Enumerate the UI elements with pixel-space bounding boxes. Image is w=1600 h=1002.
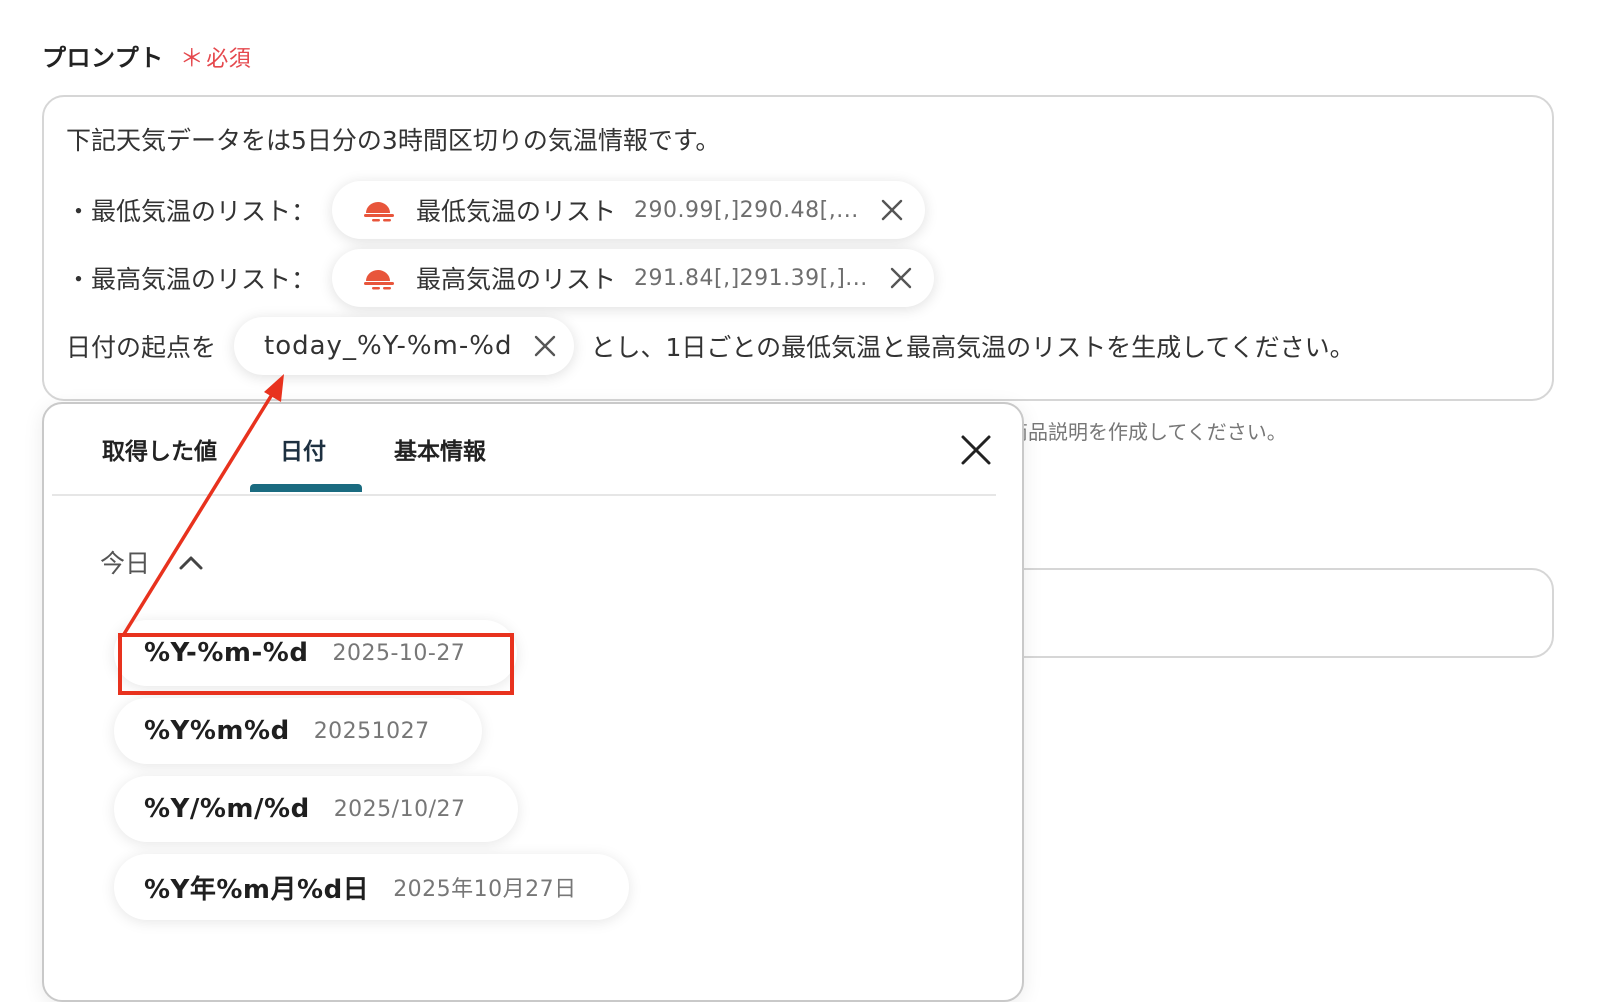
- tab-acquired-values[interactable]: 取得した値: [102, 432, 217, 466]
- date-format-option[interactable]: %Y/%m/%d 2025/10/27: [114, 776, 518, 842]
- field-label-text: プロンプト: [42, 44, 164, 72]
- chip-value: 290.99[,]290.48[,...: [634, 197, 859, 223]
- prompt-line-3: ・最高気温のリスト： 最高気温のリスト 291.84[,]291.39[,]..…: [66, 249, 934, 307]
- prompt-line-1: 下記天気データをは5日分の3時間区切りの気温情報です。: [66, 121, 720, 157]
- prompt-text: 下記天気データをは5日分の3時間区切りの気温情報です。: [66, 126, 721, 155]
- active-tab-indicator: [250, 484, 362, 492]
- chip-value: 291.84[,]291.39[,]...: [634, 265, 868, 291]
- format-example: 2025年10月27日: [393, 877, 577, 902]
- text-input[interactable]: [980, 568, 1554, 658]
- format-code: %Y%m%d: [144, 716, 290, 746]
- close-icon[interactable]: [532, 333, 558, 359]
- variable-chip-min-temp[interactable]: 最低気温のリスト 290.99[,]290.48[,...: [332, 181, 925, 239]
- chevron-up-icon[interactable]: [178, 553, 204, 571]
- variable-chip-max-temp[interactable]: 最高気温のリスト 291.84[,]291.39[,]...: [332, 249, 934, 307]
- field-hint: 商品説明を作成してください。: [1008, 420, 1287, 444]
- format-code: %Y年%m月%d日: [144, 874, 370, 905]
- prompt-editor[interactable]: 下記天気データをは5日分の3時間区切りの気温情報です。 ・最低気温のリスト： 最…: [42, 95, 1554, 401]
- required-asterisk: ＊: [179, 44, 205, 72]
- date-format-option[interactable]: %Y%m%d 20251027: [114, 698, 482, 764]
- chip-name: 最高気温のリスト: [416, 265, 617, 294]
- close-icon[interactable]: [879, 197, 905, 223]
- weather-icon: [364, 202, 395, 222]
- prompt-text: とし、1日ごとの最低気温と最高気温のリストを生成してください。: [590, 333, 1355, 362]
- prompt-line-2: ・最低気温のリスト： 最低気温のリスト 290.99[,]290.48[,...: [66, 181, 925, 239]
- annotation-highlight-box: [118, 633, 514, 695]
- field-label: プロンプト ＊必須: [42, 38, 251, 73]
- section-today[interactable]: 今日: [100, 544, 204, 580]
- chip-name: 最低気温のリスト: [416, 197, 617, 226]
- format-example: 20251027: [313, 718, 430, 744]
- close-icon[interactable]: [888, 265, 914, 291]
- format-example: 2025/10/27: [333, 796, 466, 822]
- chip-name: today_%Y-%m-%d: [264, 331, 513, 361]
- required-indicator: ＊必須: [180, 38, 252, 73]
- tab-basic-info[interactable]: 基本情報: [394, 432, 486, 466]
- prompt-text: ・最低気温のリスト：: [66, 197, 317, 226]
- prompt-text: 日付の起点を: [66, 333, 217, 362]
- prompt-line-4: 日付の起点を today_%Y-%m-%d とし、1日ごとの最低気温と最高気温の…: [66, 317, 1355, 375]
- required-text: 必須: [206, 47, 252, 72]
- section-title: 今日: [100, 549, 151, 578]
- close-icon[interactable]: [960, 434, 992, 466]
- prompt-text: ・最高気温のリスト：: [66, 265, 317, 294]
- variable-chip-date[interactable]: today_%Y-%m-%d: [234, 317, 575, 375]
- popup-tabs: 取得した値 日付 基本情報: [52, 404, 996, 496]
- tab-date[interactable]: 日付: [280, 432, 326, 466]
- weather-icon: [364, 270, 395, 290]
- variable-picker-popup: 取得した値 日付 基本情報 今日 %Y-%m-%d 2025-10-27 %Y%…: [42, 402, 1024, 1002]
- date-format-option[interactable]: %Y年%m月%d日 2025年10月27日: [114, 854, 629, 920]
- format-code: %Y/%m/%d: [144, 794, 310, 824]
